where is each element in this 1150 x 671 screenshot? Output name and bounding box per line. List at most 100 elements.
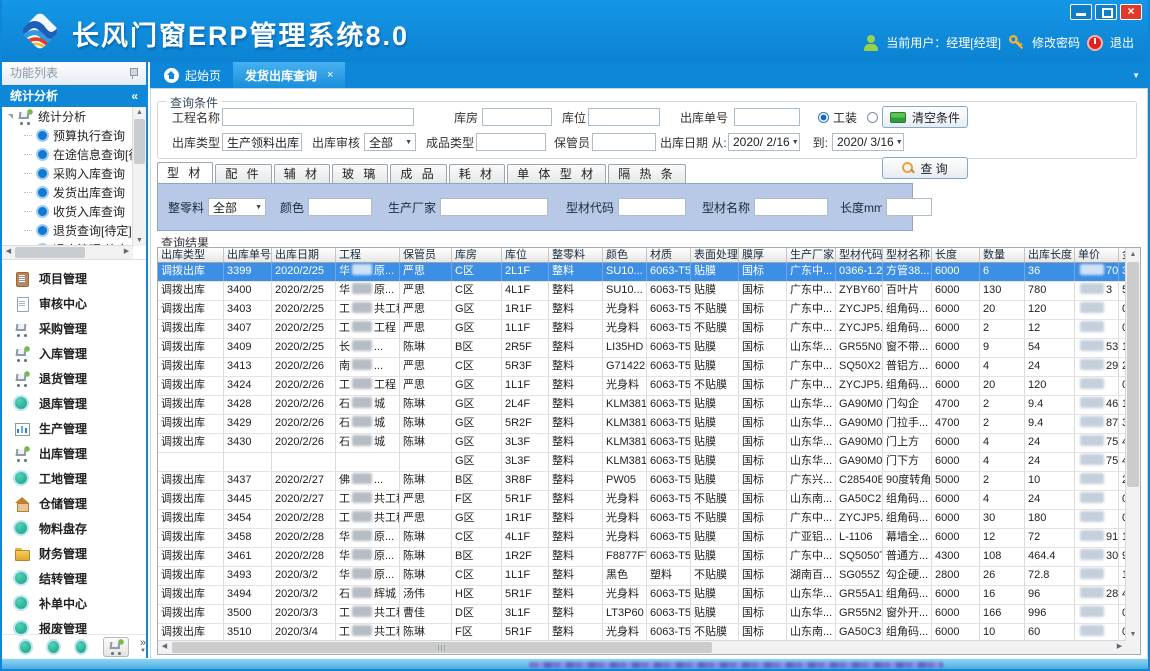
change-password-link[interactable]: 修改密码 [1032, 34, 1080, 51]
location-input[interactable] [588, 108, 660, 126]
keeper-input[interactable] [592, 133, 656, 151]
column-header[interactable]: 工程 [336, 248, 400, 263]
tree-item[interactable]: 退货查询[待定] [2, 221, 146, 240]
column-header[interactable]: 单价 [1075, 248, 1119, 263]
table-row[interactable]: 调拨出库34002020/2/25华原...严思C区4L1F整料SU10...6… [158, 282, 1126, 301]
grid-vertical-scrollbar[interactable]: ▲ ▼ [1125, 248, 1140, 654]
grid-horizontal-scrollbar[interactable]: ◀ ▶ [158, 640, 1126, 654]
more-modules-button[interactable]: »▼ [140, 639, 146, 655]
tab-close-icon[interactable]: × [327, 69, 333, 81]
table-row[interactable]: G区3L3F整料KLM38176063-T5贴膜国标山东华...GA90M09.… [158, 453, 1126, 472]
tree-vertical-scrollbar[interactable]: ▲ ▼ [132, 107, 146, 246]
sidebar-module-item[interactable]: 物料盘存 [2, 516, 146, 541]
sidebar-module-item[interactable]: 生产管理 [2, 416, 146, 441]
scroll-up-icon[interactable]: ▲ [133, 107, 146, 118]
sidebar-module-item[interactable]: 采购管理 [2, 316, 146, 341]
table-row[interactable]: 调拨出库34292020/2/26石城陈琳G区5R2F整料KLM38176063… [158, 415, 1126, 434]
module-dot-icon[interactable] [48, 641, 59, 653]
table-row[interactable]: 调拨出库34612020/2/28华原...陈琳B区1R2F整料F8877FT6… [158, 548, 1126, 567]
table-row[interactable]: 调拨出库34032020/2/25工共工程严思G区1R1F整料光身料6063-T… [158, 301, 1126, 320]
minimize-button[interactable] [1070, 4, 1092, 20]
scroll-right-icon[interactable]: ▶ [120, 246, 133, 257]
tree-item[interactable]: 发货出库查询 [2, 183, 146, 202]
material-tab[interactable]: 型 材 [157, 162, 213, 183]
table-row[interactable]: 调拨出库34932020/3/2华原...陈琳C区1L1F整料黑色塑料不贴膜国标… [158, 567, 1126, 586]
material-tab[interactable]: 配 件 [215, 164, 271, 183]
table-row[interactable]: 调拨出库34582020/2/28华原...陈琳C区4L1F整料光身料6063-… [158, 529, 1126, 548]
tab-shipping-outbound-query[interactable]: 发货出库查询 × [233, 62, 345, 88]
sidebar-module-item[interactable]: 工地管理 [2, 466, 146, 491]
collapse-icon[interactable]: « [131, 85, 138, 107]
tree-item[interactable]: 收货入库查询 [2, 202, 146, 221]
radio-workwear[interactable]: 工装 [818, 109, 857, 126]
table-row[interactable]: 调拨出库34072020/2/25工工程严思G区1L1F整料光身料6063-T5… [158, 320, 1126, 339]
table-row[interactable]: 调拨出库34372020/2/27佛...陈琳B区3R8F整料PW056063-… [158, 472, 1126, 491]
tab-list-dropdown-icon[interactable]: ▼ [1132, 71, 1140, 80]
sidebar-module-item[interactable]: 财务管理 [2, 541, 146, 566]
material-tab[interactable]: 成 品 [390, 164, 446, 183]
scroll-right-icon[interactable]: ▶ [1113, 641, 1126, 653]
column-header[interactable]: 出库类型 [158, 248, 224, 263]
column-header[interactable]: 颜色 [603, 248, 647, 263]
scroll-left-icon[interactable]: ◀ [158, 641, 171, 653]
cart-shortcut-button[interactable] [103, 637, 128, 657]
table-row[interactable]: 调拨出库34242020/2/26工工程严思G区1L1F整料光身料6063-T5… [158, 377, 1126, 396]
tree-root[interactable]: 统计分析 [2, 107, 146, 126]
clear-conditions-button[interactable]: 清空条件 [882, 106, 968, 128]
sidebar-module-item[interactable]: 审核中心 [2, 291, 146, 316]
column-header[interactable]: 库房 [452, 248, 502, 263]
table-row[interactable]: 调拨出库34282020/2/26石城陈琳G区2L4F整料KLM38176063… [158, 396, 1126, 415]
audit-select[interactable]: 全部▼ [364, 133, 416, 151]
sidebar-module-item[interactable]: 入库管理 [2, 341, 146, 366]
column-header[interactable]: 膜厚 [739, 248, 787, 263]
profile-name-input[interactable] [754, 198, 828, 216]
close-button[interactable]: × [1120, 4, 1142, 20]
module-dot-icon[interactable] [20, 641, 31, 653]
material-tab[interactable]: 耗 材 [449, 164, 505, 183]
column-header[interactable]: 出库单号 [224, 248, 272, 263]
length-input[interactable] [886, 198, 932, 216]
order-no-input[interactable] [734, 108, 800, 126]
logout-link[interactable]: 退出 [1110, 34, 1134, 51]
scroll-up-icon[interactable]: ▲ [1126, 249, 1140, 260]
date-from-picker[interactable]: 2020/ 2/16▼ [728, 133, 800, 151]
column-header[interactable]: 长度 [932, 248, 980, 263]
column-header[interactable]: 生产厂家 [787, 248, 836, 263]
profile-code-input[interactable] [618, 198, 686, 216]
material-tab[interactable]: 玻 璃 [332, 164, 388, 183]
sidebar-module-item[interactable]: 退货管理 [2, 366, 146, 391]
table-row[interactable]: 调拨出库33992020/2/25华原...严思C区2L1F整料SU10...6… [158, 263, 1126, 282]
sidebar-module-item[interactable]: 出库管理 [2, 441, 146, 466]
sidebar-module-item[interactable]: 仓储管理 [2, 491, 146, 516]
sidebar-module-item[interactable]: 退库管理 [2, 391, 146, 416]
whole-part-select[interactable]: 全部▼ [208, 198, 266, 216]
sidebar-module-item[interactable]: 结转管理 [2, 566, 146, 591]
table-row[interactable]: 调拨出库35002020/3/3工共工程曹佳D区3L1F整料LT3P606063… [158, 605, 1126, 624]
warehouse-input[interactable] [482, 108, 552, 126]
column-header[interactable]: 库位 [502, 248, 549, 263]
table-row[interactable]: 调拨出库34452020/2/27工共工程严思F区5R1F整料光身料6063-T… [158, 491, 1126, 510]
table-row[interactable]: 调拨出库34092020/2/25长...陈琳B区2R5F整料LI35HD606… [158, 339, 1126, 358]
column-header[interactable]: 出库日期 [272, 248, 336, 263]
tree-item[interactable]: 预算执行查询 [2, 126, 146, 145]
tree-item[interactable]: 在途信息查询[待 [2, 145, 146, 164]
tree-horizontal-scrollbar[interactable]: ◀ ▶ [2, 245, 133, 259]
column-header[interactable]: 材质 [647, 248, 691, 263]
table-row[interactable]: 调拨出库34132020/2/26南...严思C区5R3F整料G71422606… [158, 358, 1126, 377]
column-header[interactable]: 出库长度 [1025, 248, 1075, 263]
material-tab[interactable]: 隔 热 条 [608, 164, 686, 183]
product-type-input[interactable] [476, 133, 546, 151]
scroll-down-icon[interactable]: ▼ [1126, 629, 1140, 640]
sidebar-module-item[interactable]: 项目管理 [2, 266, 146, 291]
material-tab[interactable]: 单 体 型 材 [507, 164, 606, 183]
column-header[interactable]: 型材名称 [883, 248, 932, 263]
date-to-picker[interactable]: 2020/ 3/16▼ [832, 133, 904, 151]
column-header[interactable]: 保管员 [400, 248, 452, 263]
module-dot-icon[interactable] [76, 641, 87, 653]
project-name-input[interactable] [222, 108, 414, 126]
tab-home[interactable]: 起始页 [152, 62, 233, 88]
tree-expander-icon[interactable] [8, 114, 13, 119]
material-tab[interactable]: 辅 材 [274, 164, 330, 183]
column-header[interactable]: 表面处理 [691, 248, 739, 263]
pin-icon[interactable] [128, 67, 138, 79]
